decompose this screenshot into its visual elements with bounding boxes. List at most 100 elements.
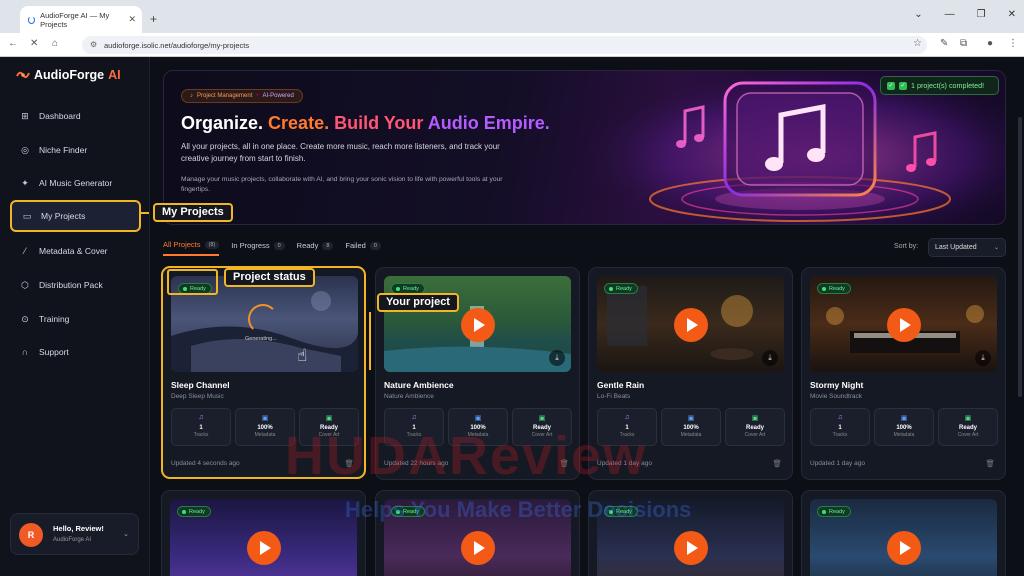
sidebar-item-niche-finder[interactable]: ◎ Niche Finder: [10, 135, 141, 165]
browser-tab-bar: AudioForge AI — My Projects ✕ + ⌄ — ❐ ✕: [0, 0, 1024, 33]
play-button[interactable]: [461, 308, 495, 342]
project-thumbnail: Ready: [170, 499, 357, 576]
new-tab-icon[interactable]: +: [150, 12, 157, 26]
home-icon[interactable]: ⌂: [52, 38, 58, 49]
window-controls: ⌄ — ❐ ✕: [914, 9, 1016, 20]
tab-title: AudioForge AI — My Projects: [40, 10, 110, 29]
user-app-name: AudioForge AI: [53, 537, 92, 543]
browser-tab[interactable]: AudioForge AI — My Projects ✕: [20, 6, 142, 33]
pen-icon[interactable]: ✎: [940, 38, 948, 49]
extensions-icon[interactable]: ⧉: [960, 38, 967, 49]
hero-title-part: Audio Empire.: [427, 113, 550, 133]
play-button[interactable]: [461, 531, 495, 565]
sidebar: AudioForge AI ⊞ Dashboard ◎ Niche Finder ✦ A…: [0, 57, 150, 576]
menu-icon[interactable]: ⋮: [1008, 38, 1018, 49]
app-logo[interactable]: AudioForge AI: [16, 68, 121, 82]
status-badge: Ready: [177, 506, 211, 517]
play-button[interactable]: [887, 531, 921, 565]
chevron-down-icon: ⌄: [993, 245, 999, 251]
tab-ready[interactable]: Ready 8: [297, 240, 334, 256]
user-menu[interactable]: R Hello, Review! AudioForge AI ⌄: [10, 513, 139, 555]
download-icon[interactable]: ⤓: [762, 350, 778, 366]
sidebar-item-support[interactable]: ∩ Support: [10, 337, 141, 367]
stat-value: 100%: [683, 425, 699, 431]
sidebar-item-label: Dashboard: [39, 111, 81, 121]
tab-in-progress[interactable]: In Progress 0: [231, 240, 285, 256]
tab-count: 0: [369, 241, 381, 250]
minimize-icon[interactable]: —: [945, 9, 955, 20]
stat-value: Ready: [745, 425, 764, 431]
hero-title-part: Create.: [268, 113, 330, 133]
download-icon[interactable]: ⤓: [975, 350, 991, 366]
music-note-icon: ♫: [837, 414, 843, 421]
logo-text: AudioForge: [34, 68, 105, 82]
bookmark-star-icon[interactable]: ☆: [913, 38, 922, 49]
avatar: R: [19, 523, 43, 547]
sidebar-item-metadata-cover[interactable]: ⁄ Metadata & Cover: [10, 236, 141, 266]
sidebar-item-ai-music-generator[interactable]: ✦ AI Music Generator: [10, 168, 141, 198]
chevron-down-icon[interactable]: ⌄: [914, 9, 922, 20]
project-title[interactable]: Nature Ambience: [384, 380, 454, 390]
play-button[interactable]: [887, 308, 921, 342]
document-icon: ▣: [261, 415, 269, 422]
play-button[interactable]: [247, 531, 281, 565]
sidebar-item-my-projects[interactable]: ▭ My Projects: [10, 200, 141, 232]
tab-label: All Projects: [163, 240, 201, 249]
stat-label: Cover Art: [957, 432, 979, 438]
project-card[interactable]: Ready: [801, 490, 1006, 576]
project-title[interactable]: Gentle Rain: [597, 380, 644, 390]
download-icon[interactable]: ⤓: [549, 350, 565, 366]
filter-tabs: All Projects (8) In Progress 0 Ready 8 Fail…: [163, 240, 393, 256]
sidebar-item-label: Metadata & Cover: [39, 246, 108, 256]
hero-description: Manage your music projects, collaborate …: [181, 176, 503, 193]
sort-select[interactable]: Last Updated ⌄: [928, 238, 1006, 257]
restore-icon[interactable]: ❐: [977, 9, 986, 20]
project-card[interactable]: Ready: [161, 490, 366, 576]
sidebar-item-distribution-pack[interactable]: ⬡ Distribution Pack: [10, 270, 141, 300]
hero-banner: ♪ Project Management • AI-Powered Organi…: [163, 70, 1006, 225]
project-thumbnail: Ready ⤓: [810, 276, 997, 372]
sparkle-icon: ✦: [21, 177, 29, 188]
tab-count: 0: [273, 241, 285, 250]
image-icon: ▣: [964, 415, 972, 422]
user-greeting: Hello, Review!: [53, 524, 104, 533]
updated-time: Updated 4 seconds ago: [171, 460, 240, 467]
hero-title: Organize. Create. Build Your Audio Empir…: [181, 113, 550, 134]
music-note-icon: ♫: [624, 414, 630, 421]
stop-icon[interactable]: ✕: [30, 38, 38, 49]
site-info-icon[interactable]: ⚙: [90, 40, 97, 49]
trash-icon[interactable]: 🗑: [985, 459, 995, 468]
address-bar: ← ✕ ⌂ ⚙ audioforge.isolic.net/audioforge…: [0, 33, 1024, 57]
project-title[interactable]: Stormy Night: [810, 380, 863, 390]
metadata-stat: ▣ 100% Metadata: [661, 408, 721, 446]
profile-icon[interactable]: ●: [987, 38, 993, 49]
close-window-icon[interactable]: ✕: [1008, 9, 1016, 20]
sidebar-item-training[interactable]: ⊙ Training: [10, 304, 141, 334]
play-button[interactable]: [674, 531, 708, 565]
scrollbar[interactable]: [1018, 117, 1022, 397]
project-title[interactable]: Sleep Channel: [171, 380, 230, 390]
hero-tag-right: AI-Powered: [262, 93, 294, 99]
tracks-stat: ♫ 1 Tracks: [810, 408, 870, 446]
updated-time: Updated 1 day ago: [810, 460, 865, 467]
tab-label: In Progress: [231, 241, 270, 250]
project-card[interactable]: Ready ⤓ Stormy Night Movie Soundtrack ♫ 1…: [801, 267, 1006, 480]
toast-message: 1 project(s) completed!: [911, 81, 985, 90]
loading-icon: [28, 15, 36, 24]
stat-value: 1: [199, 425, 203, 431]
tab-all-projects[interactable]: All Projects (8): [163, 240, 220, 256]
checkmark-icon: ✓: [887, 81, 895, 90]
tab-label: Failed: [345, 241, 366, 250]
image-icon: ▣: [538, 415, 546, 422]
url-field[interactable]: ⚙ audioforge.isolic.net/audioforge/my-pr…: [82, 36, 927, 54]
back-icon[interactable]: ←: [8, 38, 18, 49]
stat-label: Metadata: [893, 432, 915, 438]
sort-label: Sort by:: [894, 243, 919, 250]
tab-failed[interactable]: Failed 0: [345, 240, 381, 256]
close-tab-icon[interactable]: ✕: [128, 14, 136, 25]
sidebar-item-dashboard[interactable]: ⊞ Dashboard: [10, 101, 141, 131]
trash-icon[interactable]: 🗑: [772, 459, 782, 468]
image-icon: ▣: [751, 415, 759, 422]
status-badge: Ready: [817, 506, 851, 517]
play-button[interactable]: [674, 308, 708, 342]
